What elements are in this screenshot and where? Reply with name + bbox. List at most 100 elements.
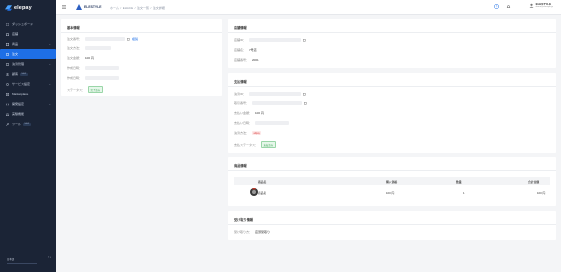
- order-amount-value: 100 円: [85, 56, 94, 60]
- field-label: 支払ステータス：: [234, 142, 259, 147]
- tool-icon: [6, 122, 9, 126]
- sidebar-item-label: 店舗: [12, 32, 19, 36]
- sidebar-item-label: 商品: [12, 42, 19, 46]
- order-method-value: [85, 46, 112, 50]
- order-number-row: 注文番号： 複製: [67, 37, 138, 41]
- store-icon: [6, 33, 9, 36]
- payment-id-value: [249, 92, 302, 96]
- product-name-link[interactable]: 商品名: [258, 191, 266, 195]
- product-qty: 1: [463, 190, 465, 195]
- paid-at-value: [255, 121, 290, 125]
- svg-text:?: ?: [496, 4, 498, 8]
- new-badge: NEW: [23, 122, 31, 126]
- transaction-number-value: [252, 101, 303, 105]
- sidebar-item-label: Marketplace: [12, 92, 29, 96]
- transaction-number-row: 取引番号：: [234, 101, 307, 105]
- card-divider: [228, 170, 556, 171]
- help-icon[interactable]: ?: [494, 4, 499, 9]
- notification-bell-icon[interactable]: [506, 4, 511, 9]
- header-icons: ?: [494, 4, 511, 9]
- order-icon: [6, 52, 9, 56]
- breadcrumb-order-list[interactable]: 注文一覧: [137, 6, 149, 10]
- sidebar-item-product[interactable]: 商品 ⌄: [0, 39, 56, 49]
- sidebar-item-developer[interactable]: 開発設定 ⌄: [0, 99, 56, 109]
- payment-icon: [6, 62, 9, 66]
- sidebar-item-order[interactable]: 注文: [0, 49, 56, 59]
- sidebar-item-payment[interactable]: 決済管理 ⌄: [0, 59, 56, 69]
- avatar: [529, 3, 534, 9]
- store-id-row: 店舗ID：: [234, 38, 306, 42]
- product-icon: [6, 42, 9, 46]
- field-label: 取引番号：: [234, 101, 250, 105]
- copy-icon[interactable]: [303, 38, 306, 42]
- sidebar-item-label: 開発設定: [12, 102, 25, 106]
- order-number-value: [85, 37, 126, 41]
- status-row: ステータス： 完了済み: [67, 86, 103, 93]
- language-select[interactable]: 日本語: [7, 257, 51, 261]
- user-menu[interactable]: ELESTYLE demo@elestyle.jp: [529, 3, 553, 9]
- field-label: 注文番号：: [67, 37, 83, 41]
- collapse-toggle-icon[interactable]: ↑↓: [48, 255, 51, 259]
- chevron-down-icon: ⌄: [48, 102, 51, 106]
- created-at-row: 作成日時：: [67, 66, 120, 70]
- field-label: 店舗ID：: [234, 38, 247, 42]
- field-label: 支払い日時：: [234, 121, 253, 125]
- status-badge: 完了済み: [88, 86, 103, 93]
- elepay-logo-icon: [5, 5, 12, 11]
- sidebar-item-store[interactable]: 店舗: [0, 29, 56, 39]
- paid-amount-value: 100 円: [255, 111, 264, 115]
- store-info-card: 店舗情報 店舗ID： 店舗名： 7号店 店舗番号： 2001: [228, 19, 556, 68]
- marketplace-icon: [6, 92, 9, 96]
- field-label: 店舗番号：: [234, 58, 250, 62]
- copy-icon[interactable]: [304, 101, 307, 105]
- store-number-value: 2001: [252, 58, 259, 62]
- order-amount-row: 注文金額： 100 円: [67, 56, 94, 60]
- product-total: 100 円: [537, 190, 546, 195]
- footer-divider: [7, 262, 37, 264]
- card-title: 基本情報: [67, 26, 80, 30]
- settings-icon: [6, 82, 9, 86]
- status-badge: 支払済み: [261, 141, 276, 148]
- shop-logo[interactable]: ELESTYLE: [76, 4, 102, 10]
- sidebar-item-label: サービス設定: [12, 82, 31, 86]
- sidebar-item-label: ダッシュボード: [12, 22, 34, 26]
- sidebar-item-customer[interactable]: 顧客 NEW: [0, 69, 56, 79]
- breadcrumb: ホーム / EHACE / 注文一覧 / 注文詳細: [110, 6, 165, 10]
- payment-status-row: 支払ステータス： 支払済み: [234, 141, 276, 148]
- menu-icon[interactable]: [62, 5, 66, 9]
- order-method-row: 注文方法：: [67, 46, 112, 50]
- card-title: 受け取り情報: [234, 218, 254, 222]
- field-label: ステータス：: [67, 87, 86, 92]
- sidebar-item-experiment[interactable]: 実験機能: [0, 109, 56, 119]
- brand-logo[interactable]: elepay: [5, 4, 32, 12]
- breadcrumb-home[interactable]: ホーム: [110, 6, 119, 10]
- duplicate-link[interactable]: 複製: [132, 37, 138, 41]
- payment-method-row: 決済方法： alipay: [234, 131, 262, 135]
- column-header-qty: 数量: [456, 179, 462, 184]
- sidebar-item-tool[interactable]: ツール NEW: [0, 119, 56, 129]
- field-label: 決済ID：: [234, 92, 247, 96]
- sidebar-item-marketplace[interactable]: Marketplace: [0, 89, 56, 99]
- chevron-down-icon: ⌄: [48, 62, 51, 66]
- breadcrumb-separator: /: [120, 6, 122, 10]
- paid-amount-row: 支払い金額： 100 円: [234, 111, 264, 115]
- copy-icon[interactable]: [303, 92, 306, 96]
- field-label: 注文方法：: [67, 46, 83, 50]
- shop-logo-icon: [76, 4, 82, 10]
- product-price: 100 円: [386, 190, 395, 195]
- field-label: 作成日時：: [67, 76, 83, 80]
- store-id-value: [249, 38, 302, 42]
- field-label: 支払い金額：: [234, 111, 253, 115]
- card-divider: [228, 224, 556, 225]
- breadcrumb-shop[interactable]: EHACE: [123, 6, 133, 10]
- shop-name: ELESTYLE: [84, 5, 102, 9]
- sidebar-item-service-settings[interactable]: サービス設定 ⌄: [0, 79, 56, 89]
- pickup-method-value: 店頭受取り: [255, 230, 271, 234]
- card-title: 支払情報: [234, 80, 247, 84]
- updated-at-row: 作成日時：: [67, 76, 120, 80]
- sidebar-item-dashboard[interactable]: ダッシュボード: [0, 19, 56, 29]
- sidebar-item-label: 顧客: [12, 72, 19, 76]
- field-label: 決済方法：: [234, 131, 250, 135]
- copy-icon[interactable]: [127, 37, 130, 41]
- customer-icon: [6, 72, 9, 76]
